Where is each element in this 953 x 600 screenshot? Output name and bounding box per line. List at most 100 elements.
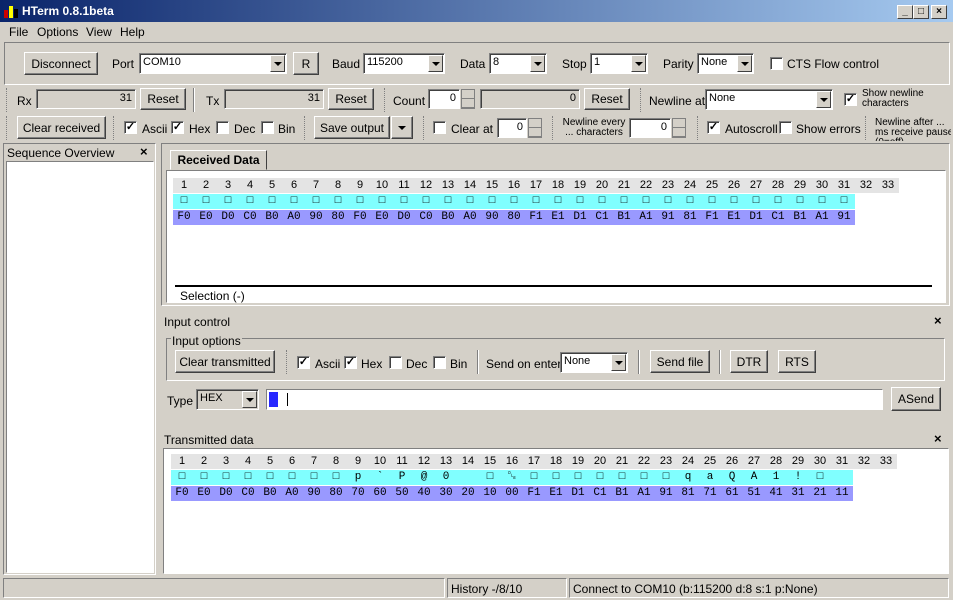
tx-index-cell[interactable]: 23 — [655, 454, 677, 469]
tx-hex-cell[interactable]: F1 — [523, 486, 545, 501]
rx-ascii-cell[interactable]: □ — [767, 194, 789, 209]
rx-index-cell[interactable]: 1 — [173, 178, 195, 193]
tx-hex-cell[interactable]: D0 — [215, 486, 237, 501]
tx-hex-cell[interactable]: 91 — [655, 486, 677, 501]
tx-hex-cell[interactable]: 50 — [391, 486, 413, 501]
rx-index-cell[interactable]: 4 — [239, 178, 261, 193]
rx-ascii-checkbox[interactable]: ✓ — [124, 121, 137, 134]
toolbar-grip[interactable] — [552, 116, 555, 140]
tx-hex-cell[interactable]: 40 — [413, 486, 435, 501]
tx-ascii-cell[interactable]: p — [347, 470, 369, 485]
tx-ascii-cell[interactable]: ␐ — [501, 470, 523, 485]
tx-index-cell[interactable]: 32 — [853, 454, 875, 469]
tx-ascii-cell[interactable] — [831, 470, 853, 485]
tx-hex-cell[interactable]: 81 — [677, 486, 699, 501]
toolbar-grip[interactable] — [640, 88, 643, 112]
rx-hex-cell[interactable]: E1 — [723, 210, 745, 225]
tx-ascii-cell[interactable]: □ — [259, 470, 281, 485]
tx-hex-cell[interactable]: B1 — [611, 486, 633, 501]
tx-ascii-cell[interactable]: □ — [479, 470, 501, 485]
toolbar-grip[interactable] — [697, 116, 700, 140]
tx-hex-cell[interactable]: 30 — [435, 486, 457, 501]
clear-transmitted-button[interactable]: Clear transmitted — [175, 350, 275, 373]
asend-button[interactable]: ASend — [891, 387, 941, 411]
tx-index-cell[interactable]: 7 — [303, 454, 325, 469]
stop-bits-select[interactable]: 1 — [590, 53, 648, 74]
tx-hex-cell[interactable]: 10 — [479, 486, 501, 501]
clear-received-button[interactable]: Clear received — [17, 116, 106, 139]
rx-index-cell[interactable]: 25 — [701, 178, 723, 193]
rx-index-cell[interactable]: 31 — [833, 178, 855, 193]
rx-ascii-cell[interactable]: □ — [613, 194, 635, 209]
tx-ascii-checkbox[interactable]: ✓ — [297, 356, 310, 369]
rx-ascii-cell[interactable]: □ — [547, 194, 569, 209]
rx-hex-cell[interactable]: C0 — [239, 210, 261, 225]
rx-hex-cell[interactable]: C1 — [767, 210, 789, 225]
rx-hex-cell[interactable]: A1 — [635, 210, 657, 225]
rx-index-cell[interactable]: 11 — [393, 178, 415, 193]
rx-index-cell[interactable]: 17 — [525, 178, 547, 193]
rx-hex-cell[interactable]: B1 — [789, 210, 811, 225]
rx-index-cell[interactable]: 28 — [767, 178, 789, 193]
tx-hex-cell[interactable]: 80 — [325, 486, 347, 501]
rx-ascii-cell[interactable]: □ — [371, 194, 393, 209]
tx-index-cell[interactable]: 1 — [171, 454, 193, 469]
rx-ascii-cell[interactable]: □ — [261, 194, 283, 209]
tx-ascii-cell[interactable]: ` — [369, 470, 391, 485]
tx-index-cell[interactable]: 17 — [523, 454, 545, 469]
rx-index-cell[interactable]: 19 — [569, 178, 591, 193]
rx-hex-cell[interactable]: 90 — [305, 210, 327, 225]
rx-index-cell[interactable]: 16 — [503, 178, 525, 193]
tx-hex-cell[interactable]: 20 — [457, 486, 479, 501]
rx-index-cell[interactable]: 7 — [305, 178, 327, 193]
rx-ascii-cell[interactable]: □ — [327, 194, 349, 209]
rx-ascii-cell[interactable]: □ — [657, 194, 679, 209]
autoscroll-checkbox[interactable]: ✓ — [707, 121, 720, 134]
rx-index-cell[interactable]: 26 — [723, 178, 745, 193]
rx-hex-cell[interactable]: A1 — [811, 210, 833, 225]
rx-ascii-cell[interactable]: □ — [591, 194, 613, 209]
tx-hex-cell[interactable]: E1 — [545, 486, 567, 501]
refresh-ports-button[interactable]: R — [293, 52, 319, 75]
rx-hex-cell[interactable]: E1 — [547, 210, 569, 225]
rx-ascii-cell[interactable]: □ — [217, 194, 239, 209]
toolbar-grip[interactable] — [6, 116, 9, 140]
rx-hex-cell[interactable]: 90 — [481, 210, 503, 225]
tx-ascii-cell[interactable]: A — [743, 470, 765, 485]
tx-ascii-cell[interactable]: □ — [633, 470, 655, 485]
count-input[interactable]: 0 — [428, 89, 460, 109]
tab-received-data[interactable]: Received Data — [170, 150, 267, 170]
tx-index-cell[interactable]: 16 — [501, 454, 523, 469]
rx-ascii-cell[interactable]: □ — [305, 194, 327, 209]
tx-ascii-cell[interactable]: Q — [721, 470, 743, 485]
rx-index-cell[interactable]: 15 — [481, 178, 503, 193]
rx-ascii-cell[interactable]: □ — [789, 194, 811, 209]
tx-hex-cell[interactable]: F0 — [171, 486, 193, 501]
tx-hex-cell[interactable]: A1 — [633, 486, 655, 501]
rx-hex-cell[interactable]: 80 — [327, 210, 349, 225]
rx-index-cell[interactable]: 8 — [327, 178, 349, 193]
tx-index-cell[interactable]: 5 — [259, 454, 281, 469]
tx-bin-checkbox[interactable] — [433, 356, 446, 369]
rx-ascii-cell[interactable]: □ — [503, 194, 525, 209]
rx-index-cell[interactable]: 9 — [349, 178, 371, 193]
rx-ascii-cell[interactable]: □ — [393, 194, 415, 209]
rx-hex-cell[interactable]: D0 — [217, 210, 239, 225]
rx-index-cell[interactable]: 27 — [745, 178, 767, 193]
toolbar-grip[interactable] — [865, 116, 868, 140]
input-control-close-icon[interactable]: × — [934, 313, 942, 328]
show-errors-checkbox[interactable] — [779, 121, 792, 134]
send-on-enter-select[interactable]: None — [560, 352, 628, 373]
tx-ascii-cell[interactable]: □ — [589, 470, 611, 485]
rx-index-cell[interactable]: 32 — [855, 178, 877, 193]
tx-ascii-cell[interactable]: □ — [237, 470, 259, 485]
tx-index-cell[interactable]: 6 — [281, 454, 303, 469]
tx-ascii-cell[interactable]: □ — [281, 470, 303, 485]
tx-ascii-cell[interactable]: a — [699, 470, 721, 485]
toolbar-grip[interactable] — [113, 116, 116, 140]
baud-select[interactable]: 115200 — [363, 53, 445, 74]
rx-hex-checkbox[interactable]: ✓ — [171, 121, 184, 134]
count-spinner[interactable] — [461, 89, 475, 109]
data-bits-select[interactable]: 8 — [489, 53, 547, 74]
menu-file[interactable]: File — [9, 25, 28, 39]
